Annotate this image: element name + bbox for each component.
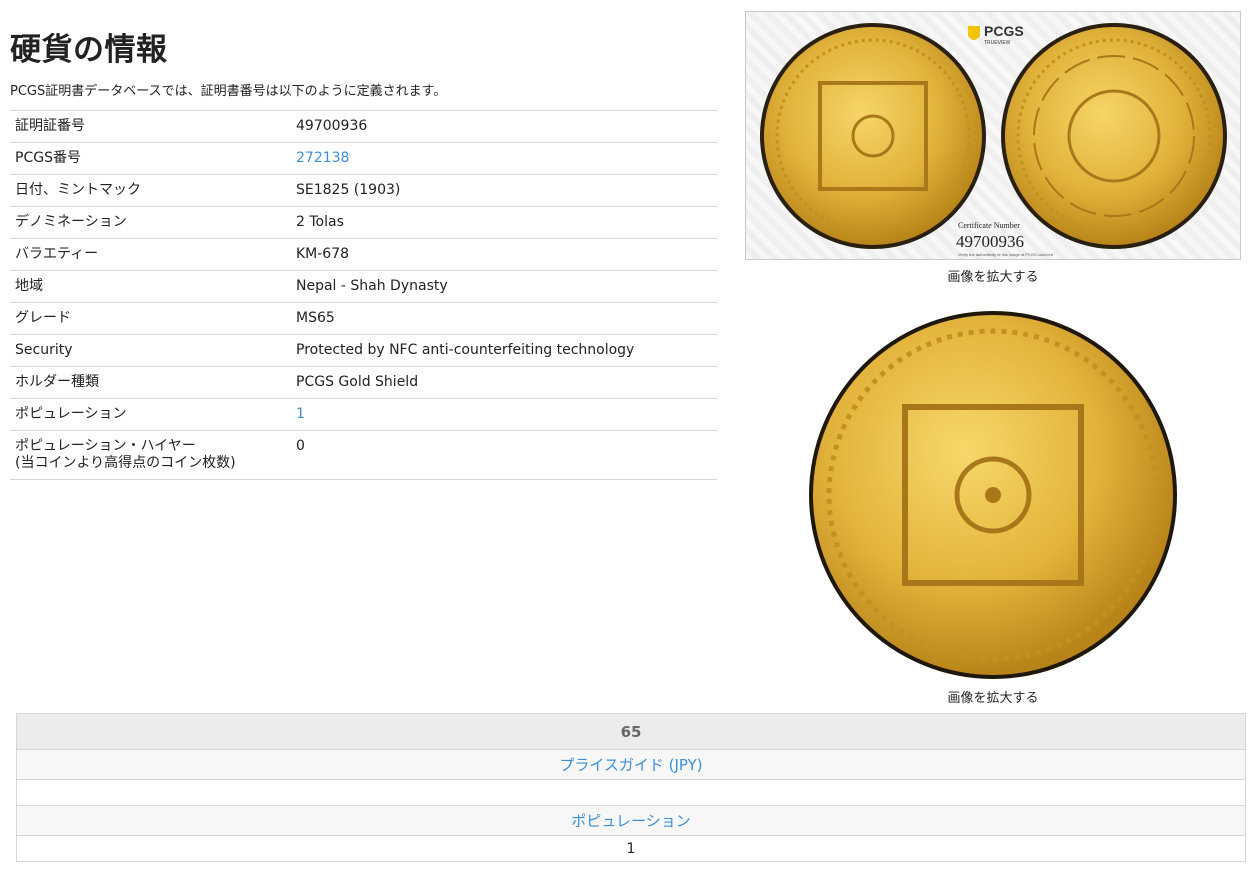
slab-photo: PCGS TRUEVIEW Certificate Number 4970093… (760, 23, 1227, 257)
info-row: 証明証番号 49700936 (10, 110, 717, 143)
slab-brand-sub: TRUEVIEW (984, 40, 1011, 46)
info-row: PCGS番号 272138 (10, 142, 717, 175)
coin-images: PCGS TRUEVIEW Certificate Number 4970093… (745, 11, 1241, 706)
enlarge-image-link-1[interactable]: 画像を拡大する (745, 266, 1241, 285)
info-label: ポピュレーション (10, 398, 291, 431)
grade-header: 65 (16, 713, 1246, 750)
info-value-link[interactable]: 1 (296, 406, 305, 422)
info-label: PCGS番号 (10, 142, 291, 175)
info-row: バラエティー KM-678 (10, 238, 717, 271)
grade-price-table: 65 プライスガイド (JPY) ポピュレーション 1 (16, 713, 1246, 862)
coin-closeup-image[interactable] (745, 309, 1241, 681)
price-guide-cell: プライスガイド (JPY) (16, 749, 1246, 780)
info-row: ポピュレーション 1 (10, 398, 717, 431)
info-value-cell: PCGS Gold Shield (291, 366, 717, 399)
coin-obverse (764, 27, 982, 245)
info-value-cell: MS65 (291, 302, 717, 335)
info-label: 証明証番号 (10, 110, 291, 143)
pcgs-shield-icon (968, 26, 980, 40)
info-row: 地域 Nepal - Shah Dynasty (10, 270, 717, 303)
info-label: バラエティー (10, 238, 291, 271)
info-label: ポピュレーション・ハイヤー (当コインより高得点のコイン枚数) (10, 430, 291, 480)
info-value-cell: 1 (291, 398, 717, 431)
slab-verify-text: Verify the authenticity of this image at… (958, 252, 1054, 257)
info-label: 地域 (10, 270, 291, 303)
info-value-cell: Protected by NFC anti-counterfeiting tec… (291, 334, 717, 367)
info-row: デノミネーション 2 Tolas (10, 206, 717, 239)
info-value-cell: Nepal - Shah Dynasty (291, 270, 717, 303)
population-value: 1 (16, 835, 1246, 862)
info-value-cell: 272138 (291, 142, 717, 175)
slab-image[interactable]: PCGS TRUEVIEW Certificate Number 4970093… (745, 11, 1241, 260)
info-label: Security (10, 334, 291, 367)
enlarge-image-link-2[interactable]: 画像を拡大する (745, 687, 1241, 706)
info-label: デノミネーション (10, 206, 291, 239)
info-value-cell: 2 Tolas (291, 206, 717, 239)
intro-text: PCGS証明書データベースでは、証明書番号は以下のように定義されます。 (10, 84, 447, 99)
info-row: グレード MS65 (10, 302, 717, 335)
slab-cert-label: Certificate Number (958, 221, 1020, 230)
slab-cert-number: 49700936 (956, 232, 1024, 251)
coin-info-table: 証明証番号 49700936 PCGS番号 272138 日付、ミントマック SE1825… (10, 110, 717, 480)
info-label: グレード (10, 302, 291, 335)
info-value-link[interactable]: 272138 (296, 150, 349, 166)
info-row: Security Protected by NFC anti-counterfei… (10, 334, 717, 367)
info-value-cell: SE1825 (1903) (291, 174, 717, 207)
info-value-cell: 49700936 (291, 110, 717, 143)
info-row: 日付、ミントマック SE1825 (1903) (10, 174, 717, 207)
price-value-cell (16, 779, 1246, 806)
population-link[interactable]: ポピュレーション (571, 812, 690, 830)
page-title: 硬貨の情報 (10, 32, 168, 68)
slab-brand: PCGS (984, 23, 1024, 39)
price-guide-link[interactable]: プライスガイド (JPY) (559, 756, 702, 774)
info-label: ホルダー種類 (10, 366, 291, 399)
coin-info-section: 硬貨の情報 PCGS証明書データベースでは、証明書番号は以下のように定義されます… (10, 28, 717, 480)
info-value-cell: KM-678 (291, 238, 717, 271)
population-cell: ポピュレーション (16, 805, 1246, 836)
coin-closeup-photo (809, 311, 1177, 679)
coin-reverse (1005, 27, 1223, 245)
info-label: 日付、ミントマック (10, 174, 291, 207)
info-row: ホルダー種類 PCGS Gold Shield (10, 366, 717, 399)
info-value-cell: 0 (291, 430, 717, 480)
info-row: ポピュレーション・ハイヤー (当コインより高得点のコイン枚数) 0 (10, 430, 717, 480)
